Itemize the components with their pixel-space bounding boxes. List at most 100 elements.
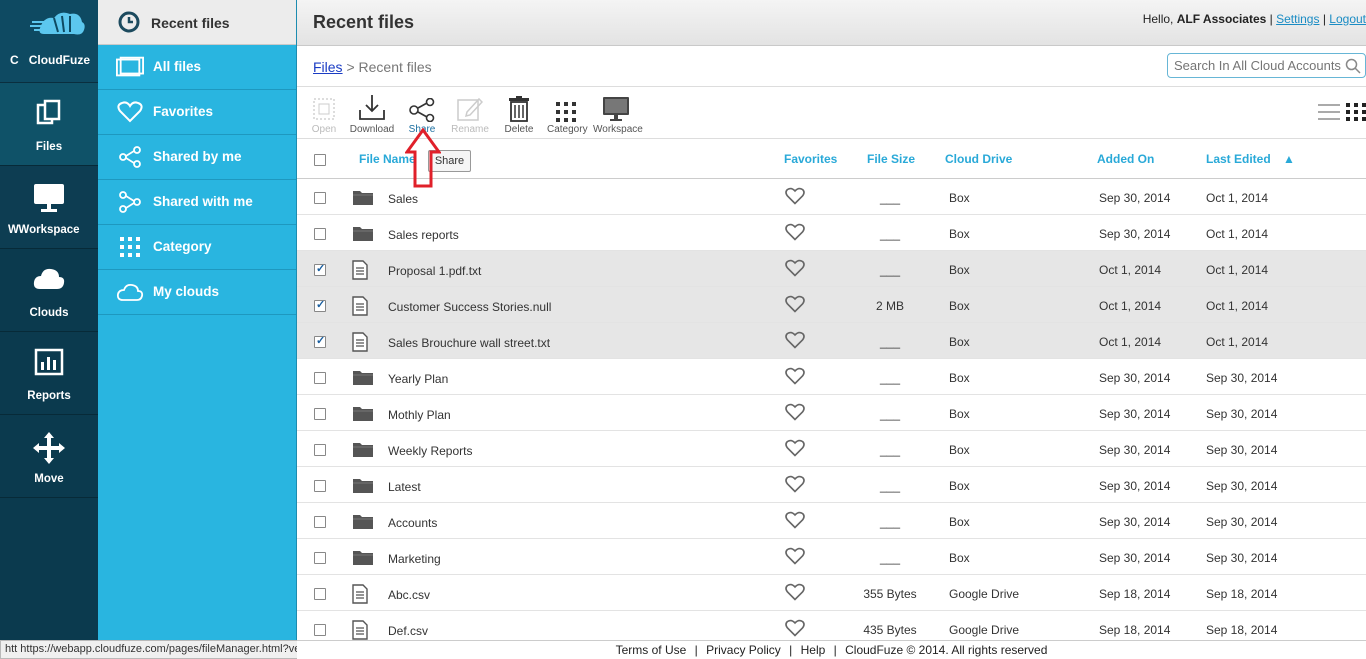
file-name[interactable]: Sales Brouchure wall street.txt: [388, 336, 550, 350]
column-header-added-on[interactable]: Added On: [1097, 152, 1154, 166]
logout-link[interactable]: Logout: [1329, 12, 1366, 26]
favorite-heart-icon[interactable]: [785, 223, 805, 244]
open-button[interactable]: Open: [311, 92, 337, 135]
rail-item-files[interactable]: Files: [0, 83, 98, 166]
category-button[interactable]: Category: [547, 92, 588, 135]
column-header-cloud-drive[interactable]: Cloud Drive: [945, 152, 1012, 166]
file-name[interactable]: Latest: [388, 480, 421, 494]
rail-item-clouds[interactable]: Clouds: [0, 249, 98, 332]
favorite-heart-icon[interactable]: [785, 583, 805, 604]
added-on: Sep 30, 2014: [1099, 407, 1171, 421]
favorite-heart-icon[interactable]: [785, 619, 805, 640]
favorite-heart-icon[interactable]: [785, 259, 805, 280]
file-name[interactable]: Customer Success Stories.null: [388, 300, 551, 314]
download-button[interactable]: Download: [348, 92, 396, 135]
file-size: ___: [879, 551, 901, 565]
side-item-shared-with-me[interactable]: Shared with me: [98, 180, 296, 225]
favorite-heart-icon[interactable]: [785, 367, 805, 388]
side-item-all-files[interactable]: All files: [98, 45, 296, 90]
side-item-shared-by-me[interactable]: Shared by me: [98, 135, 296, 180]
search-input[interactable]: [1174, 54, 1344, 76]
row-checkbox[interactable]: [314, 480, 326, 492]
column-header-last-edited[interactable]: Last Edited: [1206, 152, 1271, 166]
file-name[interactable]: Weekly Reports: [388, 444, 472, 458]
file-name[interactable]: Yearly Plan: [388, 372, 448, 386]
side-item-category[interactable]: Category: [98, 225, 296, 270]
file-name[interactable]: Sales reports: [388, 228, 459, 242]
workspace-button[interactable]: Workspace: [593, 92, 643, 135]
row-checkbox[interactable]: [314, 624, 326, 636]
file-name[interactable]: Mothly Plan: [388, 408, 451, 422]
table-row[interactable]: Abc.csv 355 Bytes Google Drive Sep 18, 2014…: [297, 575, 1366, 611]
rail-item-reports[interactable]: Reports: [0, 332, 98, 415]
row-checkbox[interactable]: [314, 444, 326, 456]
table-row[interactable]: Yearly Plan ___ Box Sep 30, 2014 Sep 30, 201…: [297, 359, 1366, 395]
privacy-link[interactable]: Privacy Policy: [706, 643, 781, 657]
side-item-label: Category: [153, 239, 212, 254]
side-header-label: Recent files: [151, 15, 230, 31]
row-checkbox[interactable]: [314, 516, 326, 528]
help-link[interactable]: Help: [801, 643, 826, 657]
delete-button[interactable]: Delete: [503, 92, 535, 135]
column-header-favorites[interactable]: Favorites: [784, 152, 837, 166]
row-checkbox[interactable]: [314, 334, 326, 348]
table-row[interactable]: Customer Success Stories.null 2 MB Box Oct …: [297, 287, 1366, 323]
column-header-file-size[interactable]: File Size: [867, 152, 915, 166]
rail-item-workspace[interactable]: W Workspace: [0, 166, 98, 249]
list-view-icon[interactable]: [1318, 103, 1340, 121]
table-row[interactable]: Accounts ___ Box Sep 30, 2014 Sep 30, 2014: [297, 503, 1366, 539]
table-row[interactable]: Proposal 1.pdf.txt ___ Box Oct 1, 2014 Oct 1…: [297, 251, 1366, 287]
all-files-icon: [116, 55, 144, 79]
file-toolbar: Open Download Share Rename Delete Catego…: [297, 87, 1366, 139]
row-checkbox[interactable]: [314, 298, 326, 312]
row-checkbox[interactable]: [314, 588, 326, 600]
added-on: Oct 1, 2014: [1099, 263, 1162, 277]
table-row[interactable]: Latest ___ Box Sep 30, 2014 Sep 30, 2014: [297, 467, 1366, 503]
search-icon[interactable]: [1345, 58, 1361, 74]
table-row[interactable]: Weekly Reports ___ Box Sep 30, 2014 Sep 30, …: [297, 431, 1366, 467]
favorite-heart-icon[interactable]: [785, 295, 805, 316]
terms-link[interactable]: Terms of Use: [616, 643, 687, 657]
table-row[interactable]: Sales ___ Box Sep 30, 2014 Oct 1, 2014: [297, 179, 1366, 215]
favorite-heart-icon[interactable]: [785, 439, 805, 460]
row-checkbox[interactable]: [314, 408, 326, 420]
top-bar: Recent files Hello, ALF Associates | Set…: [297, 0, 1366, 46]
file-name[interactable]: Proposal 1.pdf.txt: [388, 264, 481, 278]
favorite-heart-icon[interactable]: [785, 547, 805, 568]
table-row[interactable]: Sales reports ___ Box Sep 30, 2014 Oct 1, 20…: [297, 215, 1366, 251]
side-item-recent-files[interactable]: Recent files: [98, 0, 296, 45]
file-name[interactable]: Marketing: [388, 552, 441, 566]
row-checkbox[interactable]: [314, 552, 326, 564]
side-item-label: My clouds: [153, 284, 220, 299]
favorite-heart-icon[interactable]: [785, 475, 805, 496]
row-checkbox[interactable]: [314, 262, 326, 276]
grid-view-icon[interactable]: [1346, 103, 1366, 121]
file-name[interactable]: Def.csv: [388, 624, 428, 638]
select-all-checkbox[interactable]: [314, 154, 326, 166]
side-item-my-clouds[interactable]: My clouds: [98, 270, 296, 315]
row-checkbox[interactable]: [314, 192, 326, 204]
table-row[interactable]: Marketing ___ Box Sep 30, 2014 Sep 30, 2014: [297, 539, 1366, 575]
sort-ascending-icon[interactable]: ▲: [1283, 152, 1295, 166]
file-name[interactable]: Abc.csv: [388, 588, 430, 602]
monitor-icon: [0, 182, 98, 216]
folder-icon: [352, 512, 374, 533]
favorite-heart-icon[interactable]: [785, 511, 805, 532]
file-name[interactable]: Accounts: [388, 516, 437, 530]
file-name[interactable]: Sales: [388, 192, 418, 206]
brand-logo[interactable]: C CloudFuze: [0, 0, 98, 83]
breadcrumb-files-link[interactable]: Files: [313, 59, 343, 75]
rail-item-move[interactable]: Move: [0, 415, 98, 498]
row-checkbox[interactable]: [314, 372, 326, 384]
added-on: Sep 30, 2014: [1099, 371, 1171, 385]
favorite-heart-icon[interactable]: [785, 403, 805, 424]
table-row[interactable]: Mothly Plan ___ Box Sep 30, 2014 Sep 30, 201…: [297, 395, 1366, 431]
folder-icon: [352, 404, 374, 425]
row-checkbox[interactable]: [314, 228, 326, 240]
table-row[interactable]: Sales Brouchure wall street.txt ___ Box Oct…: [297, 323, 1366, 359]
favorite-heart-icon[interactable]: [785, 187, 805, 208]
settings-link[interactable]: Settings: [1276, 12, 1319, 26]
side-item-favorites[interactable]: Favorites: [98, 90, 296, 135]
rename-button[interactable]: Rename: [451, 92, 489, 135]
favorite-heart-icon[interactable]: [785, 331, 805, 352]
